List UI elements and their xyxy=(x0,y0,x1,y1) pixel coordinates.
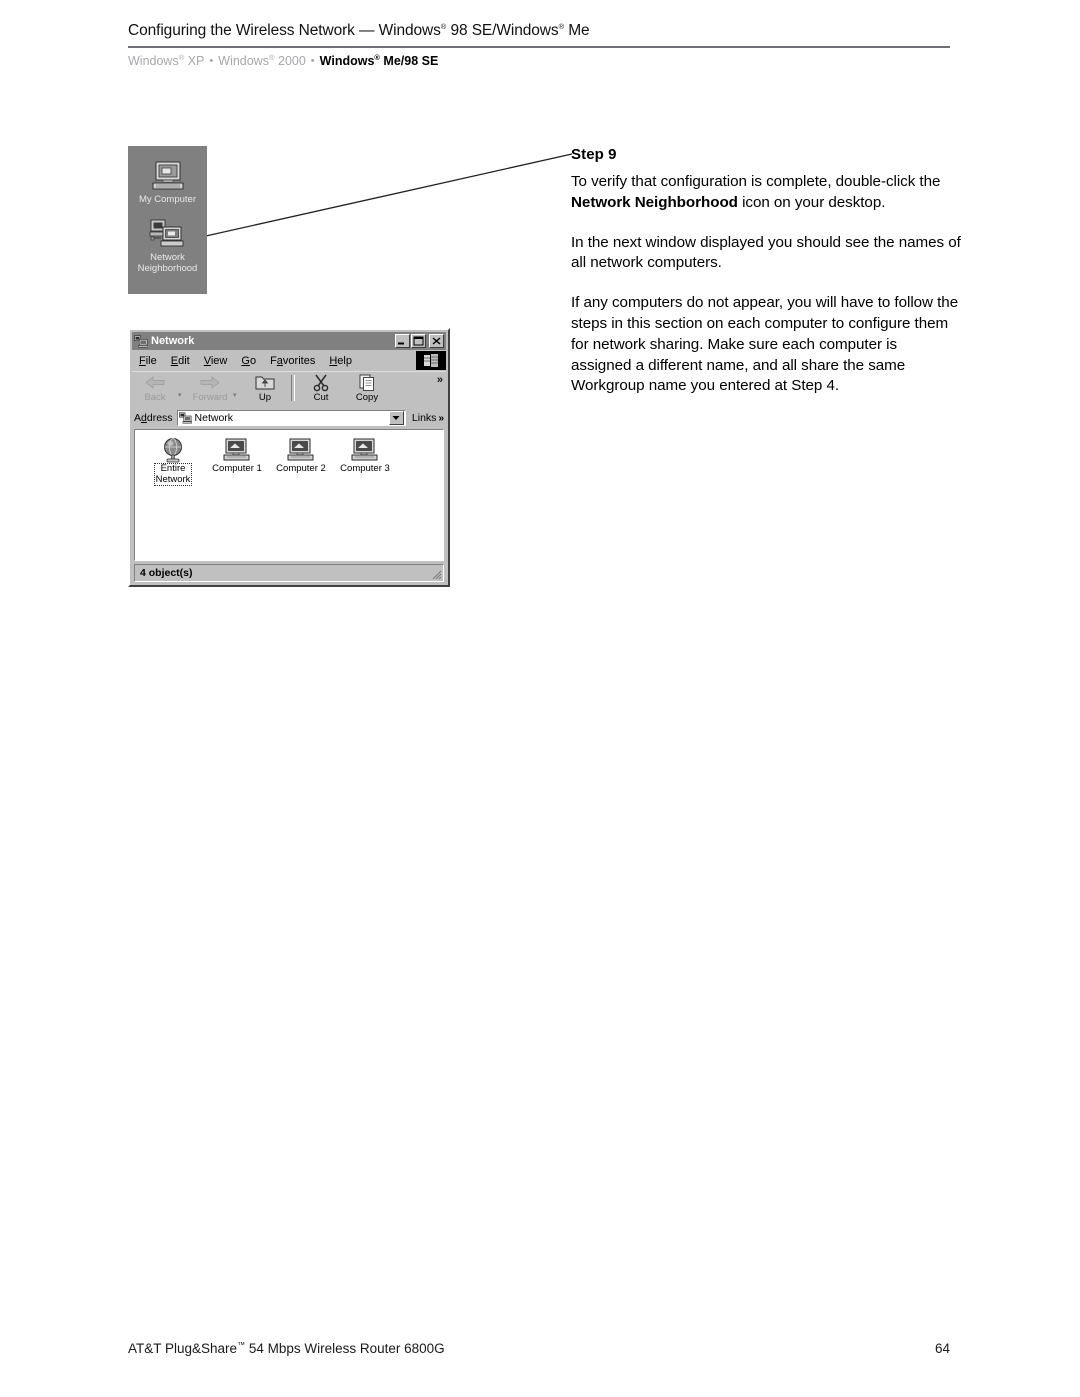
list-item-entire-network[interactable]: Entire Network xyxy=(141,436,205,486)
desktop-icon-my-computer[interactable]: My Computer xyxy=(128,160,207,205)
forward-dropdown-arrow-icon[interactable]: ▾ xyxy=(233,383,242,399)
step-paragraph-3: If any computers do not appear, you will… xyxy=(571,294,959,395)
window-control-buttons xyxy=(395,334,444,348)
window-content-area[interactable]: Entire Network Computer 1 Computer 2 Com… xyxy=(134,429,444,561)
network-neighborhood-icon xyxy=(149,219,183,247)
footer-page-number: 64 xyxy=(934,1341,950,1356)
step-heading: Step 9 xyxy=(571,146,617,163)
toolbar-forward-button[interactable]: Forward xyxy=(187,373,233,403)
toolbar-separator xyxy=(291,375,295,401)
scissors-icon xyxy=(298,373,344,393)
menu-item-file[interactable]: File xyxy=(132,354,164,368)
toolbar-overflow-chevron-icon[interactable]: » xyxy=(437,374,443,386)
address-dropdown-button[interactable] xyxy=(388,411,404,425)
menu-item-edit[interactable]: Edit xyxy=(164,354,197,368)
toolbar-button-label: Forward xyxy=(192,392,228,403)
status-object-count: 4 object(s) xyxy=(140,567,193,579)
window-status-bar: 4 object(s) xyxy=(134,564,444,582)
list-item-label: Entire Network xyxy=(153,463,193,486)
links-label: Links xyxy=(411,412,437,424)
menu-item-go[interactable]: Go xyxy=(234,354,263,368)
copy-pages-icon xyxy=(344,373,390,393)
list-item-label: Computer 2 xyxy=(276,463,326,474)
desktop-icon-label-line2: Neighborhood xyxy=(137,263,198,274)
window-title: Network xyxy=(151,335,195,347)
list-item-label: Computer 1 xyxy=(212,463,262,474)
toolbar-button-label: Back xyxy=(144,392,166,403)
header-title-pre: Configuring the Wireless Network — Windo… xyxy=(128,22,441,39)
breadcrumb-item-windows-me-98se: Windows® Me/98 SE xyxy=(319,52,439,68)
computer-icon xyxy=(205,436,269,464)
windows-flag-logo-icon xyxy=(416,351,446,370)
toolbar-cut-button[interactable]: Cut xyxy=(298,373,344,403)
window-toolbar: Back ▾ Forward ▾ Up Cut Copy » xyxy=(132,371,446,408)
network-neighborhood-icon xyxy=(178,412,192,424)
window-menu-bar: File Edit View Go avoritesFavorites Help xyxy=(132,351,446,370)
step-content-column: Step 9 To verify that configuration is c… xyxy=(571,146,961,397)
network-neighborhood-icon xyxy=(134,335,148,347)
minimize-button[interactable] xyxy=(395,334,410,348)
window-address-bar: Address Network Links » xyxy=(132,408,446,428)
up-folder-icon xyxy=(242,373,288,393)
back-dropdown-arrow-icon[interactable]: ▾ xyxy=(178,383,187,399)
breadcrumb-separator: • xyxy=(209,55,214,67)
desktop-icon-network-neighborhood[interactable]: Network Neighborhood xyxy=(128,218,207,274)
list-item-computer-1[interactable]: Computer 1 xyxy=(205,436,269,485)
window-title-bar[interactable]: Network xyxy=(132,332,446,350)
maximize-button[interactable] xyxy=(411,334,426,348)
my-computer-icon xyxy=(152,161,183,190)
forward-arrow-icon xyxy=(187,373,233,393)
callout-leader-line xyxy=(187,153,573,241)
toolbar-button-label: Up xyxy=(258,392,272,403)
menu-item-help[interactable]: Help xyxy=(322,354,359,368)
header-title-post: Me xyxy=(564,22,590,39)
toolbar-back-button[interactable]: Back xyxy=(132,373,178,403)
list-item-computer-2[interactable]: Computer 2 xyxy=(269,436,333,485)
breadcrumb-item-windows-2000: Windows® 2000 xyxy=(218,52,306,68)
menu-item-favorites[interactable]: avoritesFavorites xyxy=(263,354,322,368)
toolbar-up-button[interactable]: Up xyxy=(242,373,288,403)
links-chevron-icon: » xyxy=(438,412,444,424)
header-title-mid: 98 SE/Windows xyxy=(446,22,559,39)
document-page: Configuring the Wireless Network — Windo… xyxy=(0,0,1080,1397)
toolbar-button-label: Cut xyxy=(313,392,329,403)
breadcrumb-item-windows-xp: Windows® XP xyxy=(128,52,205,68)
page-header-title: Configuring the Wireless Network — Windo… xyxy=(128,22,590,40)
breadcrumb-separator: • xyxy=(310,55,315,67)
list-item-label: Computer 3 xyxy=(340,463,390,474)
breadcrumb: Windows® XP • Windows® 2000 • Windows® Me/98… xyxy=(128,54,438,68)
address-value: Network xyxy=(194,412,234,424)
links-button[interactable]: Links » xyxy=(406,412,444,424)
back-arrow-icon xyxy=(132,373,178,393)
address-label: Address xyxy=(134,412,173,424)
desktop-icon-label-line1: Network xyxy=(150,252,185,263)
address-input[interactable]: Network xyxy=(176,410,406,426)
header-divider-rule xyxy=(128,46,950,48)
desktop-icon-label: My Computer xyxy=(138,194,196,205)
close-button[interactable] xyxy=(429,334,444,348)
menu-item-view[interactable]: View xyxy=(197,354,235,368)
computer-icon xyxy=(333,436,397,464)
toolbar-button-label: Copy xyxy=(355,392,379,403)
resize-grip-icon[interactable] xyxy=(428,566,442,580)
toolbar-copy-button[interactable]: Copy xyxy=(344,373,390,403)
chevron-down-icon xyxy=(392,416,400,420)
globe-icon xyxy=(141,436,205,464)
network-explorer-window: Network File Edit View Go avoritesFavori… xyxy=(128,328,450,587)
step-paragraph-1: To verify that configuration is complete… xyxy=(571,173,941,211)
step-paragraph-2: In the next window displayed you should … xyxy=(571,233,961,272)
desktop-icon-panel: My Computer Network Neighborhood xyxy=(128,146,207,294)
computer-icon xyxy=(269,436,333,464)
list-item-computer-3[interactable]: Computer 3 xyxy=(333,436,397,485)
file-list: Entire Network Computer 1 Computer 2 Com… xyxy=(135,430,443,486)
